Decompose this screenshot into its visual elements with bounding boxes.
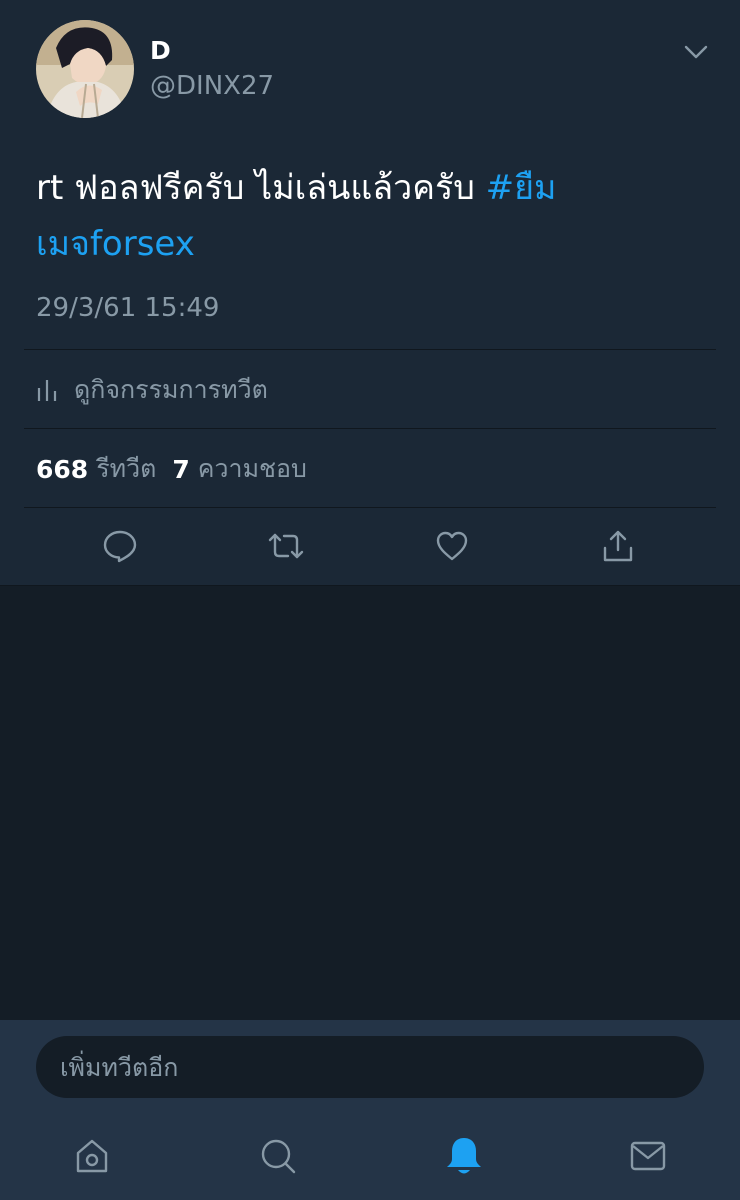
reply-button[interactable]: [100, 526, 140, 566]
share-button[interactable]: [598, 526, 638, 566]
tweet-text: rt ฟอลฟรีครับ ไม่เล่นแล้วครับ #ยืมเมจfor…: [36, 160, 696, 272]
tweet-detail-card: D @DINX27 rt ฟอลฟรีครับ ไม่เล่นแล้วครับ …: [0, 0, 740, 586]
like-button[interactable]: [432, 526, 472, 566]
retweet-count[interactable]: 668: [36, 455, 88, 484]
chevron-down-icon[interactable]: [682, 40, 710, 64]
nav-notifications[interactable]: [442, 1134, 486, 1178]
tweet-timestamp: 29/3/61 15:49: [36, 293, 220, 323]
retweet-button[interactable]: [266, 526, 306, 566]
divider: [24, 428, 716, 429]
retweet-count-label[interactable]: รีทวีต: [96, 449, 156, 489]
divider: [24, 349, 716, 350]
reply-input[interactable]: [36, 1036, 704, 1098]
retweet-icon: [268, 533, 304, 559]
messages-icon: [630, 1141, 666, 1171]
home-icon: [76, 1139, 108, 1173]
bar-chart-icon: [37, 380, 57, 401]
display-name[interactable]: D: [150, 36, 171, 66]
share-icon: [603, 530, 633, 562]
like-count-label[interactable]: ความชอบ: [198, 449, 307, 489]
like-count[interactable]: 7: [172, 455, 189, 484]
view-tweet-activity-button[interactable]: ดูกิจกรรมการทวีต: [36, 370, 268, 410]
like-icon: [436, 531, 468, 561]
nav-messages[interactable]: [626, 1134, 670, 1178]
tweet-body-text: rt ฟอลฟรีครับ ไม่เล่นแล้วครับ: [36, 168, 486, 208]
nav-home[interactable]: [70, 1134, 114, 1178]
notifications-icon: [447, 1138, 481, 1174]
tweet-stats: 668 รีทวีต 7 ความชอบ: [36, 450, 323, 488]
divider: [24, 507, 716, 508]
activity-label: ดูกิจกรรมการทวีต: [74, 375, 268, 404]
reply-icon: [103, 530, 137, 563]
avatar[interactable]: [36, 20, 134, 118]
nav-search[interactable]: [256, 1134, 300, 1178]
user-handle[interactable]: @DINX27: [150, 70, 274, 102]
search-icon: [261, 1139, 296, 1174]
